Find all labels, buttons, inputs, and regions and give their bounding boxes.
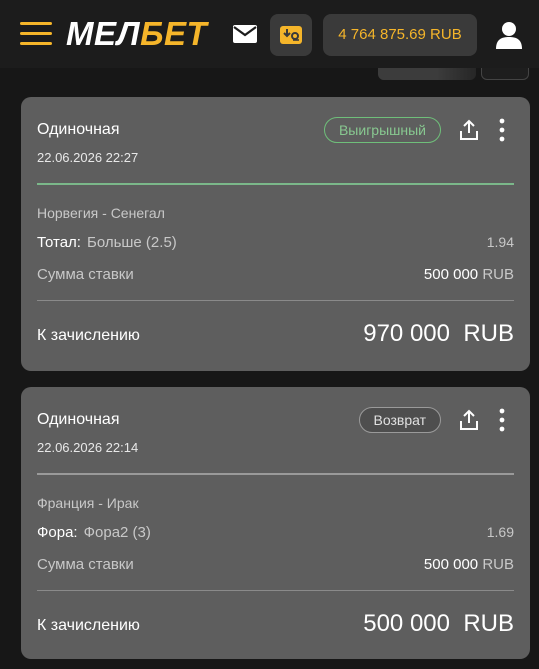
- market-label: Тотал:: [37, 234, 81, 251]
- status-divider: [37, 473, 514, 475]
- selection-value: Больше (2.5): [86, 234, 177, 251]
- status-badge: Выигрышный: [323, 117, 441, 143]
- filter-toggle-partial[interactable]: [481, 68, 529, 80]
- payout-amount: 970 000 RUB: [363, 320, 514, 347]
- match-name: Норвегия - Сенегал: [37, 205, 165, 221]
- selection-value: Фора2 (3): [83, 524, 151, 541]
- balance-display[interactable]: 4 764 875.69 RUB: [323, 14, 477, 56]
- more-options-icon[interactable]: [494, 408, 510, 432]
- market-label: Фора:: [37, 524, 78, 541]
- mail-icon[interactable]: [233, 25, 257, 43]
- payout-label: К зачислению: [37, 327, 140, 344]
- status-badge: Возврат: [358, 407, 441, 433]
- deposit-button[interactable]: [270, 14, 312, 56]
- menu-icon[interactable]: [20, 22, 52, 46]
- stake-value: 500 000: [423, 556, 479, 573]
- divider: [37, 590, 514, 591]
- share-icon[interactable]: [458, 409, 480, 431]
- divider: [37, 300, 514, 301]
- payout-amount: 500 000 RUB: [363, 610, 514, 637]
- bet-selection-row: Фора: Фора2 (3) 1.69: [37, 524, 514, 541]
- deposit-icon: [280, 26, 302, 44]
- bet-date: 22.06.2026 22:27: [37, 150, 139, 165]
- odds-value: 1.94: [486, 234, 514, 250]
- match-name: Франция - Ирак: [37, 495, 139, 511]
- stake-label: Сумма ставки: [37, 556, 134, 573]
- logo-part-1: МЕЛ: [66, 15, 141, 52]
- bet-card[interactable]: Одиночная 22.06.2026 22:14 Возврат Франц…: [21, 387, 530, 659]
- stake-row: Сумма ставки 500 000 RUB: [37, 266, 514, 283]
- bet-type: Одиночная: [37, 121, 120, 138]
- stake-currency: RUB: [482, 556, 514, 573]
- payout-label: К зачислению: [37, 617, 140, 634]
- odds-value: 1.69: [486, 524, 514, 540]
- stake-currency: RUB: [482, 266, 514, 283]
- more-options-icon[interactable]: [494, 118, 510, 142]
- filter-button-partial[interactable]: [378, 68, 476, 80]
- stake-value: 500 000: [423, 266, 479, 283]
- bet-card[interactable]: Одиночная 22.06.2026 22:27 Выигрышный Но…: [21, 97, 530, 371]
- bet-date: 22.06.2026 22:14: [37, 440, 139, 455]
- bet-selection-row: Тотал: Больше (2.5) 1.94: [37, 234, 514, 251]
- stake-amount: 500 000 RUB: [424, 556, 514, 573]
- status-divider: [37, 183, 514, 185]
- logo[interactable]: МЕЛБЕТ: [66, 14, 207, 54]
- share-icon[interactable]: [458, 119, 480, 141]
- stake-row: Сумма ставки 500 000 RUB: [37, 556, 514, 573]
- top-bar: МЕЛБЕТ 4 764 875.69 RUB: [0, 0, 539, 68]
- stake-label: Сумма ставки: [37, 266, 134, 283]
- logo-part-2: БЕТ: [140, 15, 208, 52]
- bet-type: Одиночная: [37, 411, 120, 428]
- user-icon[interactable]: [494, 20, 524, 50]
- stake-amount: 500 000 RUB: [424, 266, 514, 283]
